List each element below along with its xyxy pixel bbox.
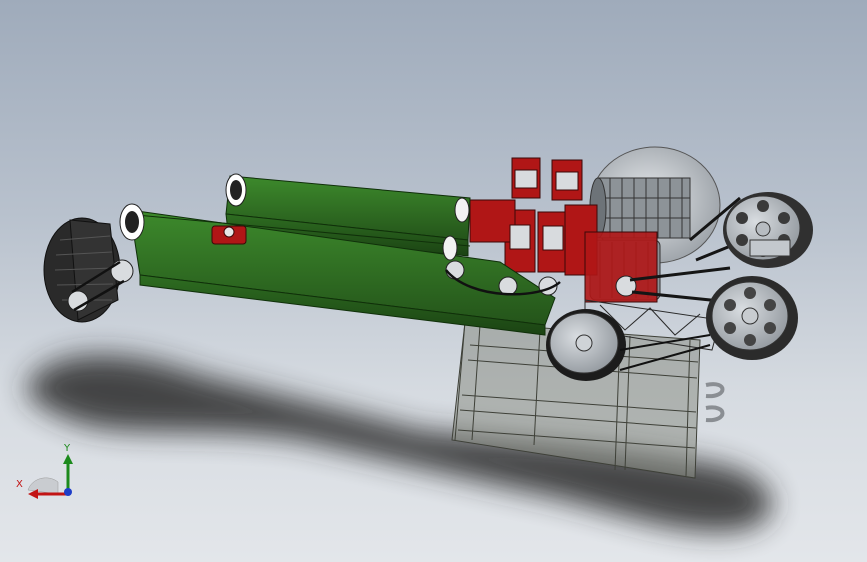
3d-model-scene[interactable] bbox=[0, 0, 867, 562]
upper-pulley[interactable] bbox=[723, 192, 813, 268]
x-axis-label: X bbox=[16, 479, 23, 490]
coordinate-triad: X Y bbox=[10, 440, 80, 510]
side-hooks bbox=[705, 382, 725, 423]
upper-arm-bearing bbox=[211, 225, 247, 245]
lower-pulley[interactable] bbox=[706, 276, 798, 360]
y-axis-label: Y bbox=[64, 443, 71, 454]
graphics-viewport[interactable]: X Y bbox=[0, 0, 867, 562]
